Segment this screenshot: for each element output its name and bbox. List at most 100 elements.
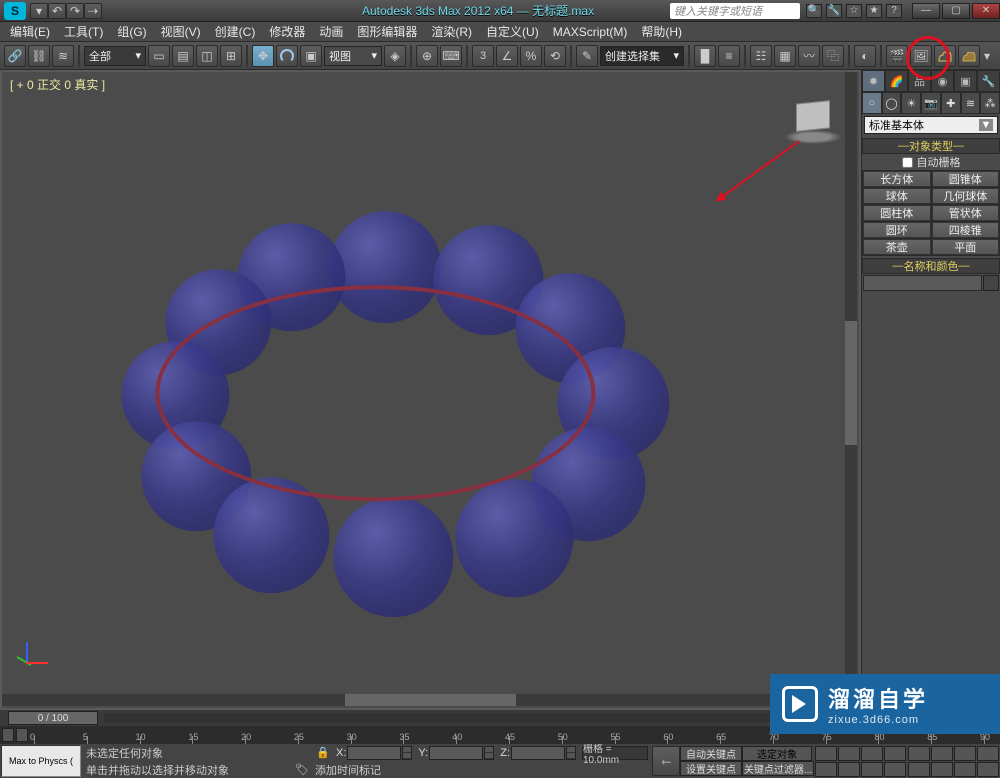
sub-lights[interactable]: ☀ (901, 92, 921, 114)
select-rotate-icon[interactable] (276, 45, 298, 67)
key-mode-icon[interactable] (838, 762, 860, 777)
prim-teapot[interactable]: 茶壶 (863, 239, 931, 255)
menu-rendering[interactable]: 渲染(R) (425, 21, 478, 42)
lock-icon[interactable]: 🔒 (316, 746, 330, 759)
select-move-icon[interactable]: ✥ (252, 45, 274, 67)
tool-icon[interactable]: 🔧 (826, 4, 842, 18)
pan-icon[interactable] (931, 762, 953, 777)
menu-help[interactable]: 帮助(H) (635, 21, 688, 42)
align-icon[interactable]: ≡ (718, 45, 740, 67)
viewport-scrollbar-v[interactable] (845, 72, 857, 694)
rollout-object-type[interactable]: — 对象类型 — (862, 138, 1000, 154)
render-iterative-icon[interactable] (958, 45, 980, 67)
coord-z-input[interactable] (511, 746, 565, 760)
menu-customize[interactable]: 自定义(U) (480, 21, 545, 42)
tab-display[interactable]: ▣ (954, 70, 977, 92)
qat-btn[interactable]: ⇢ (84, 3, 102, 19)
coord-y-input[interactable] (429, 746, 483, 760)
window-crossing-icon[interactable]: ⊞ (220, 45, 242, 67)
category-dropdown[interactable]: 标准基本体 ▼ (864, 116, 998, 134)
tab-motion[interactable]: ◉ (931, 70, 954, 92)
render-production-icon[interactable] (934, 45, 956, 67)
link-icon[interactable]: 🔗 (4, 45, 26, 67)
keymode-combo[interactable]: 选定对象 (742, 746, 812, 761)
sub-systems[interactable]: ⁂ (980, 92, 1000, 114)
spinner[interactable] (484, 746, 494, 760)
spinner[interactable] (402, 746, 412, 760)
unlink-icon[interactable]: ⛓ (28, 45, 50, 67)
menu-edit[interactable]: 编辑(E) (4, 21, 56, 42)
layers-icon[interactable]: ☷ (750, 45, 772, 67)
prev-frame-icon[interactable] (838, 746, 860, 761)
material-editor-icon[interactable]: ◐ (854, 45, 876, 67)
star-icon[interactable]: ★ (866, 4, 882, 18)
prim-box[interactable]: 长方体 (863, 171, 931, 187)
fov-icon[interactable] (908, 762, 930, 777)
render-setup-icon[interactable]: 🎬 (886, 45, 908, 67)
manipulate-icon[interactable]: ⊕ (416, 45, 438, 67)
pivot-icon[interactable]: ◈ (384, 45, 406, 67)
set-key-large-icon[interactable]: ⬸ (652, 746, 680, 776)
curve-editor-icon[interactable]: 〰 (798, 45, 820, 67)
menu-group[interactable]: 组(G) (111, 21, 152, 42)
maxscript-listener[interactable]: Max to Physcs ( (1, 745, 81, 777)
play-icon[interactable] (861, 746, 883, 761)
spinner-snap-icon[interactable]: ⟲ (544, 45, 566, 67)
prim-geosphere[interactable]: 几何球体 (932, 188, 1000, 204)
prim-plane[interactable]: 平面 (932, 239, 1000, 255)
zoom-extents-all-icon[interactable] (977, 746, 999, 761)
zoom-icon[interactable] (908, 746, 930, 761)
viewport-label[interactable]: [ + 0 正交 0 真实 ] (10, 76, 105, 93)
rollout-name-color[interactable]: — 名称和颜色 — (862, 258, 1000, 274)
tab-utilities[interactable]: 🔧 (977, 70, 1000, 92)
menu-grapheditors[interactable]: 图形编辑器 (351, 21, 423, 42)
zoom-all-icon[interactable] (931, 746, 953, 761)
spinner[interactable] (566, 746, 576, 760)
menu-maxscript[interactable]: MAXScript(M) (547, 23, 634, 41)
orbit-icon[interactable] (954, 762, 976, 777)
viewport[interactable]: [ + 0 正交 0 真实 ] (0, 70, 862, 710)
star-icon[interactable]: ☆ (846, 4, 862, 18)
select-object-icon[interactable]: ▭ (148, 45, 170, 67)
select-scale-icon[interactable]: ▣ (300, 45, 322, 67)
prim-pyramid[interactable]: 四棱锥 (932, 222, 1000, 238)
schematic-icon[interactable]: ⿻ (822, 45, 844, 67)
rendered-frame-icon[interactable]: 🖼 (910, 45, 932, 67)
percent-snap-icon[interactable]: % (520, 45, 542, 67)
selection-filter[interactable]: 全部▾ (84, 46, 146, 66)
viewport-scrollbar-h[interactable] (2, 694, 859, 706)
time-config-icon[interactable] (861, 762, 883, 777)
viewport-canvas[interactable]: [ + 0 正交 0 真实 ] (2, 72, 859, 708)
mirror-icon[interactable]: ▐▌ (694, 45, 716, 67)
help-icon[interactable]: ? (886, 4, 902, 18)
prim-cone[interactable]: 圆锥体 (932, 171, 1000, 187)
key-filters-button[interactable]: 关键点过滤器... (742, 761, 814, 776)
tab-modify[interactable]: 🌈 (885, 70, 908, 92)
named-selection-sets[interactable]: 创建选择集▾ (600, 46, 684, 66)
search-icon[interactable]: 🔍 (806, 4, 822, 18)
named-sel-edit-icon[interactable]: ✎ (576, 45, 598, 67)
autogrid-checkbox[interactable] (902, 157, 913, 168)
prim-tube[interactable]: 管状体 (932, 205, 1000, 221)
qat-btn[interactable]: ↶ (48, 3, 66, 19)
prim-torus[interactable]: 圆环 (863, 222, 931, 238)
graphite-icon[interactable]: ▦ (774, 45, 796, 67)
coord-x-input[interactable] (347, 746, 401, 760)
next-frame-icon[interactable] (884, 746, 906, 761)
current-frame-field[interactable] (884, 762, 906, 777)
sub-geometry[interactable]: ○ (862, 92, 882, 114)
close-button[interactable]: ✕ (972, 3, 1000, 19)
select-name-icon[interactable]: ▤ (172, 45, 194, 67)
setkey-button[interactable]: 设置关键点 (680, 761, 742, 776)
help-search-input[interactable]: 键入关键字或短语 (670, 3, 800, 19)
menu-modifiers[interactable]: 修改器 (263, 21, 311, 42)
minimize-button[interactable]: — (912, 3, 940, 19)
goto-end-icon[interactable] (815, 762, 837, 777)
sub-cameras[interactable]: 📷 (921, 92, 941, 114)
prim-sphere[interactable]: 球体 (863, 188, 931, 204)
tab-hierarchy[interactable]: 品 (908, 70, 931, 92)
zoom-extents-icon[interactable] (954, 746, 976, 761)
sub-spacewarps[interactable]: ≋ (961, 92, 981, 114)
trackbar-key-icon[interactable] (16, 728, 28, 742)
ref-coord-system[interactable]: 视图▾ (324, 46, 382, 66)
